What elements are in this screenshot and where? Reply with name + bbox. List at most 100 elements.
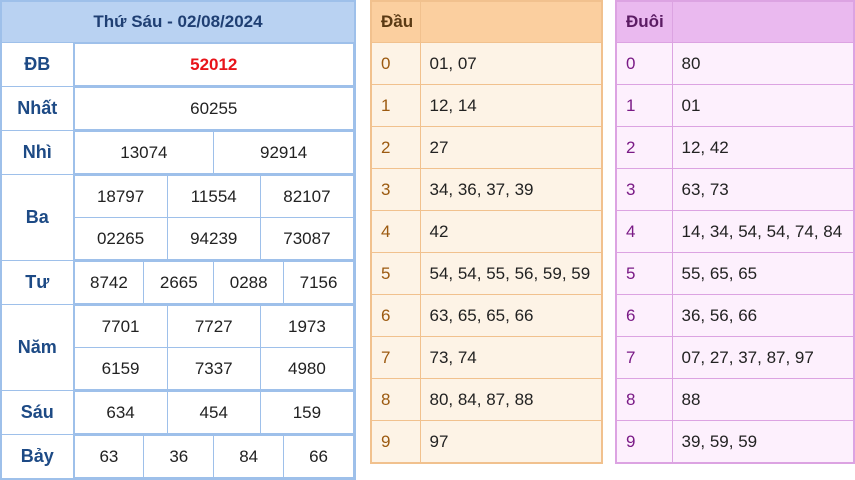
prize-numbers-cell: 13074 92914	[72, 130, 356, 175]
tail-values: 14, 34, 54, 54, 74, 84	[671, 210, 855, 253]
tail-digit: 7	[615, 336, 673, 379]
prize-numbers: 18797 11554 82107 02265 94239 73087	[73, 175, 355, 260]
head-digit: 7	[370, 336, 421, 379]
head-row: 4 42	[370, 210, 603, 253]
head-header-row: Đầu	[370, 0, 603, 43]
prize-number: 8742	[73, 261, 145, 304]
prize-row: Nhất 60255	[0, 86, 356, 131]
tail-values: 55, 65, 65	[671, 252, 855, 295]
prize-numbers: 52012	[73, 43, 355, 86]
prize-numbers-cell: 8742 2665 0288 7156	[72, 260, 356, 305]
results-body: ĐB 52012 Nhất 60255 Nhì 13074 92914 Ba 18797 1155…	[0, 42, 356, 480]
tail-row: 2 12, 42	[615, 126, 855, 169]
prize-number: 11554	[166, 175, 261, 218]
tail-digit: 3	[615, 168, 673, 211]
head-values: 54, 54, 55, 56, 59, 59	[419, 252, 603, 295]
prize-row: Năm 7701 7727 1973 6159 7337 4980	[0, 304, 356, 391]
prize-numbers-cell: 7701 7727 1973 6159 7337 4980	[72, 304, 356, 391]
tail-row: 8 88	[615, 378, 855, 421]
prize-line: 63 36 84 66	[73, 435, 354, 478]
prize-line: 634 454 159	[73, 391, 355, 434]
head-digit: 8	[370, 378, 421, 421]
tail-header-row: Đuôi	[615, 0, 855, 43]
tail-values: 36, 56, 66	[671, 294, 855, 337]
prize-line: 13074 92914	[73, 131, 354, 174]
tail-values: 07, 27, 37, 87, 97	[671, 336, 855, 379]
tail-values: 88	[671, 378, 855, 421]
head-digit: 5	[370, 252, 421, 295]
prize-number: 02265	[73, 217, 168, 260]
head-row: 1 12, 14	[370, 84, 603, 127]
head-row: 3 34, 36, 37, 39	[370, 168, 603, 211]
prize-number: 7727	[166, 305, 261, 348]
head-row: 5 54, 54, 55, 56, 59, 59	[370, 252, 603, 295]
tail-row: 0 80	[615, 42, 855, 85]
head-digit: 1	[370, 84, 421, 127]
tail-title: Đuôi	[615, 0, 673, 43]
tail-values: 39, 59, 59	[671, 420, 855, 464]
prize-number: 73087	[259, 217, 355, 260]
tail-row: 7 07, 27, 37, 87, 97	[615, 336, 855, 379]
tail-title-blank	[671, 0, 855, 43]
head-title-blank	[419, 0, 603, 43]
head-digit: 9	[370, 420, 421, 464]
tail-values: 80	[671, 42, 855, 85]
prize-number: 92914	[213, 131, 354, 174]
head-digit: 6	[370, 294, 421, 337]
prize-number: 454	[166, 391, 261, 434]
head-row: 2 27	[370, 126, 603, 169]
prize-numbers: 13074 92914	[73, 131, 355, 174]
results-table: Thứ Sáu - 02/08/2024 ĐB 52012 Nhất 60255 Nhì…	[0, 0, 356, 480]
tail-row: 9 39, 59, 59	[615, 420, 855, 464]
prize-row: Nhì 13074 92914	[0, 130, 356, 175]
head-values: 63, 65, 65, 66	[419, 294, 603, 337]
tail-digit: 9	[615, 420, 673, 464]
head-row: 7 73, 74	[370, 336, 603, 379]
prize-number: 36	[143, 435, 215, 478]
prize-number: 7337	[166, 347, 261, 390]
prize-line: 52012	[73, 43, 354, 86]
tail-table: Đuôi 0 80 1 01 2 12, 42 3 63, 73 4 14, 34, 54, 54…	[615, 0, 855, 464]
head-digit: 2	[370, 126, 421, 169]
tail-digit: 8	[615, 378, 673, 421]
tail-row: 5 55, 65, 65	[615, 252, 855, 295]
prize-row: Sáu 634 454 159	[0, 390, 356, 435]
prize-row: Bảy 63 36 84 66	[0, 434, 356, 480]
prize-number: 18797	[73, 175, 168, 218]
head-body: 0 01, 07 1 12, 14 2 27 3 34, 36, 37, 39 4 42 5 54, …	[370, 42, 603, 464]
prize-row: Ba 18797 11554 82107 02265 94239 73087	[0, 174, 356, 261]
head-title: Đầu	[370, 0, 421, 43]
head-values: 97	[419, 420, 603, 464]
results-title: Thứ Sáu - 02/08/2024	[0, 0, 356, 43]
tail-values: 01	[671, 84, 855, 127]
tail-row: 1 01	[615, 84, 855, 127]
prize-line: 60255	[73, 87, 354, 130]
prize-label: ĐB	[0, 42, 74, 87]
prize-row: Tư 8742 2665 0288 7156	[0, 260, 356, 305]
prize-numbers: 634 454 159	[73, 391, 355, 434]
tail-digit: 4	[615, 210, 673, 253]
prize-number: 0288	[213, 261, 285, 304]
prize-line: 7701 7727 1973	[73, 305, 355, 348]
prize-numbers-cell: 634 454 159	[72, 390, 356, 435]
tail-row: 3 63, 73	[615, 168, 855, 211]
prize-line: 18797 11554 82107	[73, 175, 355, 218]
tail-row: 4 14, 34, 54, 54, 74, 84	[615, 210, 855, 253]
prize-label: Ba	[0, 174, 74, 261]
tail-values: 63, 73	[671, 168, 855, 211]
head-digit: 4	[370, 210, 421, 253]
prize-numbers-cell: 60255	[72, 86, 356, 131]
prize-number: 7701	[73, 305, 168, 348]
head-row: 0 01, 07	[370, 42, 603, 85]
prize-numbers: 8742 2665 0288 7156	[73, 261, 355, 304]
prize-label: Bảy	[0, 434, 74, 480]
head-row: 6 63, 65, 65, 66	[370, 294, 603, 337]
head-digit: 3	[370, 168, 421, 211]
prize-number: 52012	[73, 43, 354, 86]
tail-digit: 5	[615, 252, 673, 295]
prize-number: 1973	[259, 305, 355, 348]
head-values: 27	[419, 126, 603, 169]
prize-numbers: 7701 7727 1973 6159 7337 4980	[73, 305, 355, 390]
tail-digit: 2	[615, 126, 673, 169]
prize-number: 82107	[259, 175, 355, 218]
